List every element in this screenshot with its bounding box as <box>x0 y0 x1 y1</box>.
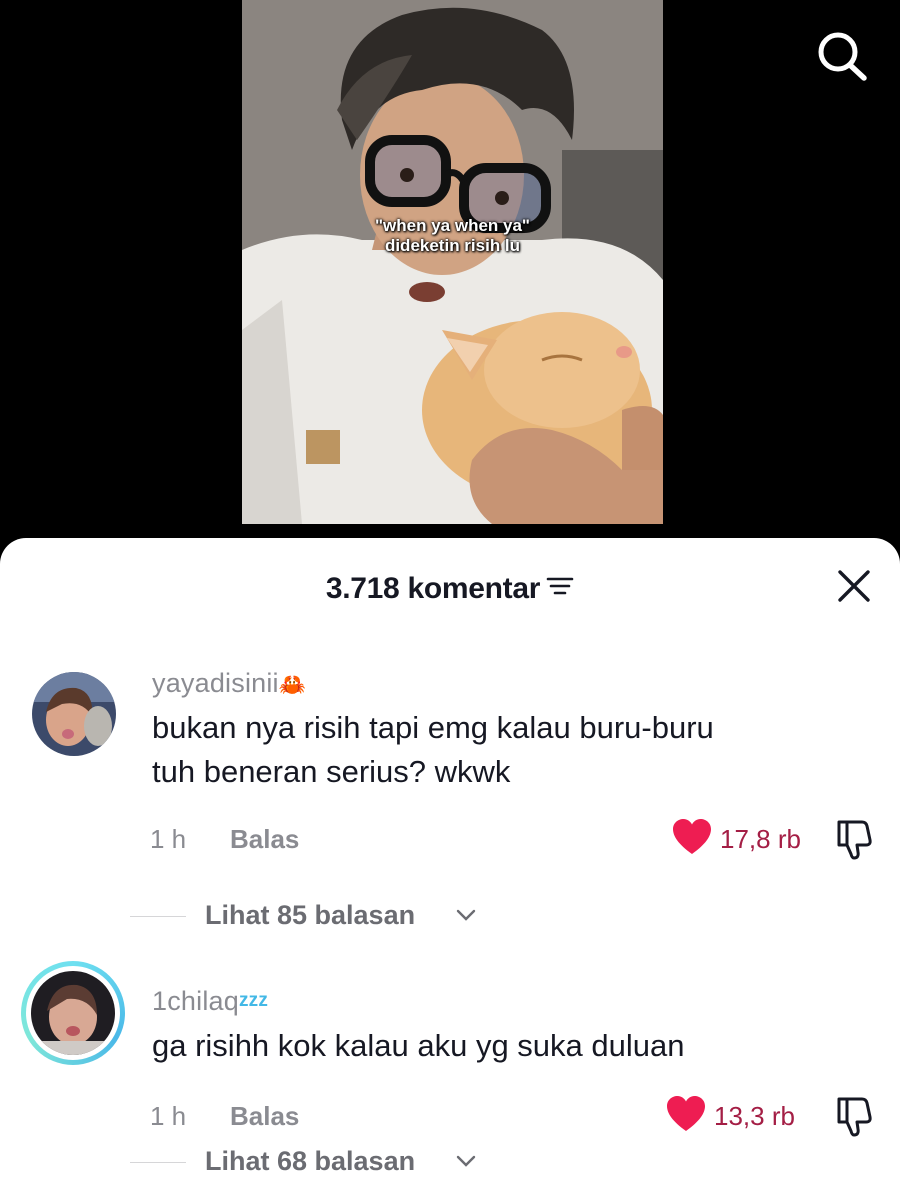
view-replies-label: Lihat 68 balasan <box>205 1146 416 1176</box>
like-count: 17,8 rb <box>720 824 801 854</box>
comment-text-line-1: bukan nya risih tapi emg kalau buru-buru <box>152 710 714 745</box>
heart-icon <box>673 819 711 854</box>
search-icon <box>818 32 867 81</box>
chevron-down-icon <box>456 909 476 921</box>
heart-icon <box>667 1096 705 1131</box>
like-button[interactable] <box>666 1095 706 1138</box>
like-count: 13,3 rb <box>714 1101 795 1131</box>
username-text[interactable]: 1chilaq <box>152 986 239 1016</box>
comment-time: 1 h <box>150 824 187 854</box>
divider-line <box>130 1162 186 1163</box>
video-still <box>242 0 663 524</box>
comment-username[interactable]: 1chilaqzzz <box>152 986 268 1017</box>
comment-text-line-1: ga risihh kok kalau aku yg suka duluan <box>152 1028 685 1063</box>
reply-button[interactable]: Balas <box>230 824 299 855</box>
dislike-button[interactable] <box>832 818 876 865</box>
sleeping-zzz-icon: zzz <box>238 990 269 1011</box>
reply-button[interactable]: Balas <box>230 1101 299 1132</box>
video-player[interactable]: "when ya when ya" dideketin risih lu <box>0 0 900 560</box>
comment-time: 1 h <box>150 1101 187 1131</box>
thumbs-down-icon <box>837 1097 872 1137</box>
close-button[interactable] <box>834 566 874 606</box>
username-text[interactable]: yayadisinii <box>152 668 279 698</box>
view-replies-button[interactable]: Lihat 85 balasan <box>130 900 490 932</box>
chevron-down-icon <box>456 1155 476 1167</box>
comment-text-line-2: tuh beneran serius? wkwk <box>152 754 511 789</box>
thumbs-down-icon <box>837 820 872 860</box>
comments-sheet: 3.718 komentar yayadisinii🦀 bukan nya ri… <box>0 538 900 1200</box>
story-ring[interactable] <box>21 961 125 1065</box>
filter-icon[interactable] <box>546 571 574 605</box>
dislike-button[interactable] <box>832 1095 876 1142</box>
crab-emoji-icon: 🦀 <box>278 672 307 697</box>
comment-item: yayadisinii🦀 bukan nya risih tapi emg ka… <box>0 648 900 948</box>
avatar[interactable] <box>32 672 116 756</box>
comment-text[interactable]: bukan nya risih tapi emg kalau buru-buru… <box>152 706 852 794</box>
comments-count: 3.718 komentar <box>325 572 541 605</box>
view-replies-label: Lihat 85 balasan <box>205 900 416 930</box>
divider-line <box>130 916 186 917</box>
avatar[interactable] <box>31 971 115 1055</box>
video-caption: "when ya when ya" dideketin risih lu <box>242 216 663 256</box>
search-button[interactable] <box>812 28 872 84</box>
view-replies-button[interactable]: Lihat 68 balasan <box>130 1146 490 1178</box>
like-button[interactable] <box>672 818 712 861</box>
caption-line-2: dideketin risih lu <box>384 236 521 255</box>
caption-line-1: "when ya when ya" <box>374 216 530 235</box>
comment-text[interactable]: ga risihh kok kalau aku yg suka duluan <box>152 1024 852 1068</box>
video-frame[interactable]: "when ya when ya" dideketin risih lu <box>242 0 663 524</box>
comments-count-wrap: 3.718 komentar <box>0 572 900 606</box>
comment-username[interactable]: yayadisinii🦀 <box>152 668 306 699</box>
comments-header: 3.718 komentar <box>0 566 900 610</box>
comment-item: 1chilaqzzz ga risihh kok kalau aku yg su… <box>0 958 900 1200</box>
close-icon <box>838 570 870 602</box>
